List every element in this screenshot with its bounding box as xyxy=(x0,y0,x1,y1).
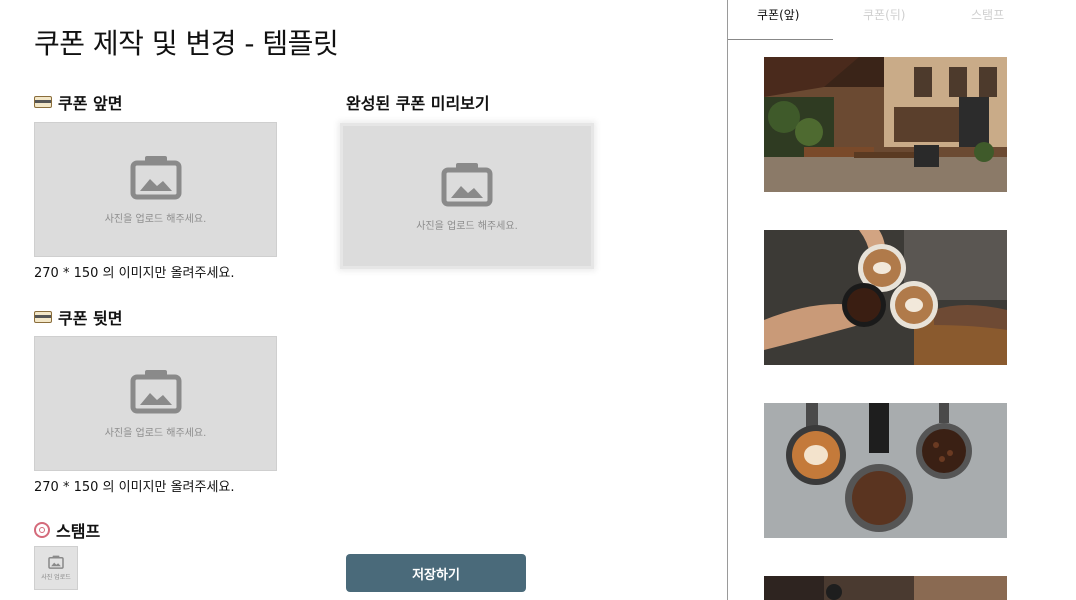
page-title: 쿠폰 제작 및 변경 - 템플릿 xyxy=(34,27,339,60)
template-thumbnail[interactable] xyxy=(764,576,1007,600)
front-upload-box[interactable]: 사진을 업로드 해주세요. xyxy=(34,122,277,257)
editor-panel: 쿠폰 제작 및 변경 - 템플릿 쿠폰 앞면 사진을 업로드 해주세요. 270… xyxy=(0,0,727,600)
cafe-street-photo xyxy=(764,57,1007,192)
back-size-hint: 270 * 150 의 이미지만 올려주세요. xyxy=(34,480,235,495)
front-section-label: 쿠폰 앞면 xyxy=(34,90,122,114)
preview-placeholder-text: 사진을 업로드 해주세요. xyxy=(416,220,518,232)
image-upload-icon xyxy=(48,555,64,569)
stamp-icon xyxy=(34,522,50,538)
latte-cheers-photo xyxy=(764,230,1007,365)
template-thumbnail[interactable] xyxy=(764,57,1007,192)
upload-text: 사진을 업로드 해주세요. xyxy=(104,214,207,225)
upload-text: 사진을 업로드 해주세요. xyxy=(104,428,207,439)
template-thumbnail[interactable] xyxy=(764,230,1007,365)
save-button[interactable]: 저장하기 xyxy=(346,554,526,592)
tab-coupon-back[interactable]: 쿠폰(뒤) xyxy=(863,6,905,23)
front-label-text: 쿠폰 앞면 xyxy=(58,94,123,113)
tab-coupon-front[interactable]: 쿠폰(앞) xyxy=(757,6,799,23)
image-upload-icon xyxy=(130,370,181,414)
tab-stamp[interactable]: 스탬프 xyxy=(971,6,1004,23)
image-placeholder-icon xyxy=(441,162,493,206)
front-size-hint: 270 * 150 의 이미지만 올려주세요. xyxy=(34,266,235,281)
preview-label: 완성된 쿠폰 미리보기 xyxy=(346,94,490,113)
stamp-upload-box[interactable]: 사진 업로드 xyxy=(34,546,78,590)
cafe-interior-photo xyxy=(764,576,1007,600)
template-sidebar: 쿠폰(앞) 쿠폰(뒤) 스탬프 xyxy=(728,0,1076,600)
active-tab-indicator xyxy=(728,39,833,40)
card-icon xyxy=(34,96,52,108)
back-label-text: 쿠폰 뒷면 xyxy=(58,309,123,328)
template-tabs: 쿠폰(앞) 쿠폰(뒤) 스탬프 xyxy=(728,0,1076,40)
back-section-label: 쿠폰 뒷면 xyxy=(34,305,122,329)
template-thumbnail[interactable] xyxy=(764,403,1007,538)
stamp-section-label: 스탬프 xyxy=(34,518,100,542)
card-icon xyxy=(34,311,52,323)
back-upload-box[interactable]: 사진을 업로드 해주세요. xyxy=(34,336,277,471)
stamp-label-text: 스탬프 xyxy=(56,522,101,541)
stamp-upload-text: 사진 업로드 xyxy=(41,574,71,581)
coffee-portafilter-photo xyxy=(764,403,1007,538)
image-upload-icon xyxy=(130,156,181,200)
coupon-preview: 사진을 업로드 해주세요. xyxy=(343,126,591,266)
